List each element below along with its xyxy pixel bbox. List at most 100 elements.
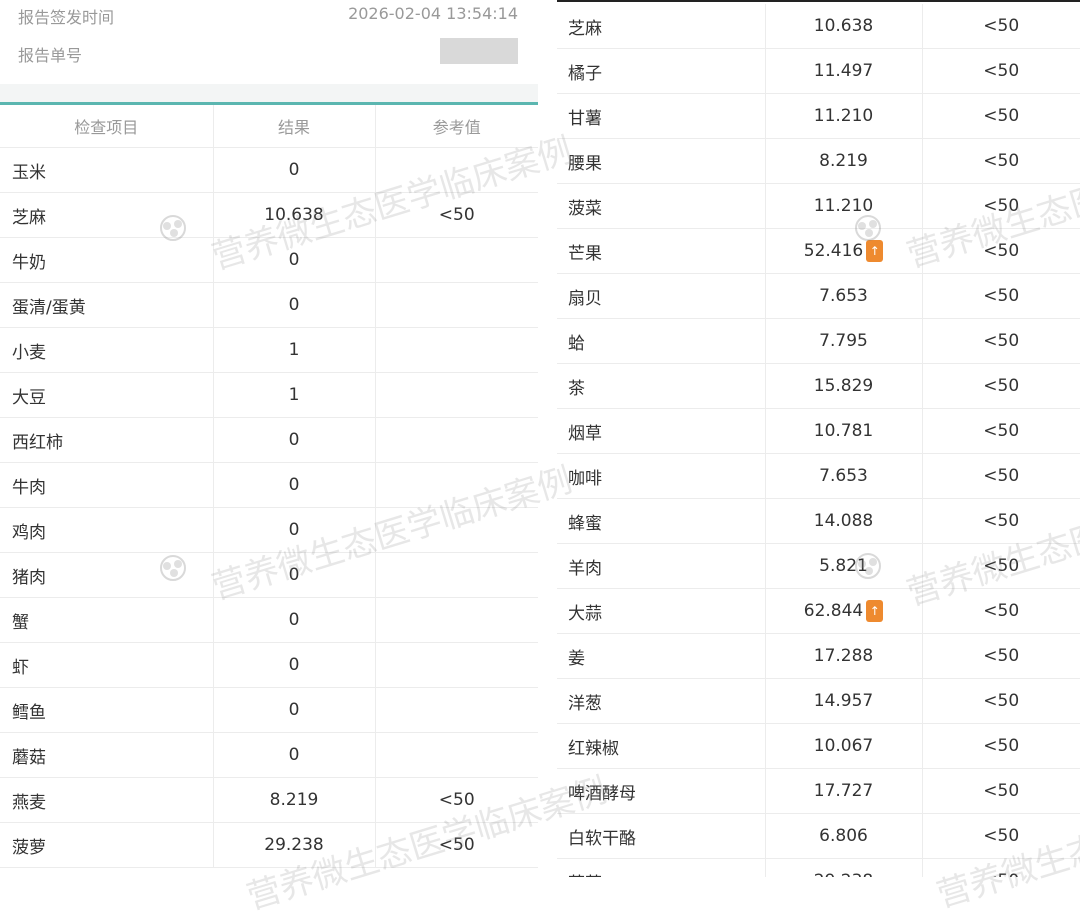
reference-value: <50	[922, 678, 1080, 724]
item-name: 虾	[0, 642, 213, 688]
reference-value: <50	[922, 633, 1080, 679]
result-value: 1	[288, 385, 300, 405]
item-name: 茶	[557, 363, 765, 409]
result-cell: 1	[212, 372, 376, 418]
reference-value: <50	[922, 138, 1080, 184]
table-header-row: 检查项目 结果 参考值	[0, 105, 538, 148]
reference-value: <50	[922, 543, 1080, 589]
result-cell: 17.727	[764, 768, 923, 814]
result-cell: 0	[212, 552, 376, 598]
reference-value	[375, 687, 538, 733]
result-value: 10.638	[813, 16, 874, 36]
result-cell: 52.416 ↑	[764, 228, 923, 274]
reference-value	[375, 507, 538, 553]
table-row: 菠菜 11.210 <50	[557, 183, 1080, 229]
result-value: 0	[288, 610, 300, 630]
result-cell: 0	[212, 507, 376, 553]
item-name: 红辣椒	[557, 723, 765, 769]
item-name: 燕麦	[0, 777, 213, 823]
item-name: 鸡肉	[0, 507, 213, 553]
result-cell: 10.638	[764, 4, 923, 49]
item-name: 啤酒酵母	[557, 768, 765, 814]
right-results-table: 芝麻 10.638 <50 橘子 11.497 <50 甘薯 11.210 <50 腰果 8.219…	[557, 4, 1080, 877]
result-cell: 29.238	[212, 822, 376, 868]
result-value: 0	[288, 565, 300, 585]
result-cell: 10.638	[212, 192, 376, 238]
table-row: 菠萝 29.238 <50	[0, 822, 538, 868]
item-name: 蛤	[557, 318, 765, 364]
result-value: 7.795	[819, 331, 868, 351]
result-value: 0	[288, 430, 300, 450]
report-number-redacted	[440, 38, 518, 64]
table-row: 西红柿 0	[0, 417, 538, 463]
item-name: 蜂蜜	[557, 498, 765, 544]
table-row: 茶 15.829 <50	[557, 363, 1080, 409]
reference-value: <50	[922, 273, 1080, 319]
reference-value: <50	[922, 93, 1080, 139]
reference-value: <50	[922, 228, 1080, 274]
issue-time-label: 报告签发时间	[18, 8, 115, 27]
issue-time-value: 2026-02-04 13:54:14	[348, 4, 518, 23]
reference-value: <50	[375, 822, 538, 868]
table-row: 牛肉 0	[0, 462, 538, 508]
item-name: 鳕鱼	[0, 687, 213, 733]
reference-value: <50	[922, 363, 1080, 409]
item-name: 芝麻	[557, 4, 765, 49]
item-name: 姜	[557, 633, 765, 679]
table-row: 菠萝 29.238 <50	[557, 858, 1080, 877]
result-cell: 10.781	[764, 408, 923, 454]
reference-value: <50	[375, 192, 538, 238]
reference-value: <50	[922, 4, 1080, 49]
table-row: 芒果 52.416 ↑ <50	[557, 228, 1080, 274]
reference-value	[375, 597, 538, 643]
item-name: 蛋清/蛋黄	[0, 282, 213, 328]
result-value: 6.806	[819, 826, 868, 846]
table-row: 芝麻 10.638 <50	[557, 4, 1080, 49]
result-cell: 11.497	[764, 48, 923, 94]
table-row: 蘑菇 0	[0, 732, 538, 778]
section-divider	[0, 84, 538, 105]
result-value: 7.653	[819, 466, 868, 486]
table-row: 洋葱 14.957 <50	[557, 678, 1080, 724]
table-row: 大蒜 62.844 ↑ <50	[557, 588, 1080, 634]
item-name: 玉米	[0, 147, 213, 193]
item-name: 蘑菇	[0, 732, 213, 778]
reference-value	[375, 462, 538, 508]
result-cell: 14.957	[764, 678, 923, 724]
result-value: 14.957	[813, 691, 874, 711]
result-cell: 7.653	[764, 273, 923, 319]
result-cell: 62.844 ↑	[764, 588, 923, 634]
result-value: 0	[288, 295, 300, 315]
item-name: 橘子	[557, 48, 765, 94]
item-name: 羊肉	[557, 543, 765, 589]
table-row: 腰果 8.219 <50	[557, 138, 1080, 184]
item-name: 洋葱	[557, 678, 765, 724]
result-cell: 0	[212, 282, 376, 328]
item-name: 蟹	[0, 597, 213, 643]
item-name: 大豆	[0, 372, 213, 418]
item-name: 菠萝	[557, 858, 765, 877]
reference-value	[375, 642, 538, 688]
result-value: 17.288	[813, 646, 874, 666]
table-row: 小麦 1	[0, 327, 538, 373]
result-value: 14.088	[813, 511, 874, 531]
reference-value: <50	[922, 453, 1080, 499]
result-cell: 0	[212, 417, 376, 463]
reference-value: <50	[922, 768, 1080, 814]
table-row: 啤酒酵母 17.727 <50	[557, 768, 1080, 814]
result-value: 62.844	[803, 601, 864, 621]
reference-value	[375, 282, 538, 328]
result-cell: 6.806	[764, 813, 923, 859]
header-reference: 参考值	[375, 105, 538, 148]
high-flag-up-arrow-icon: ↑	[866, 600, 884, 622]
result-value: 15.829	[813, 376, 874, 396]
result-value: 8.219	[819, 151, 868, 171]
result-value: 7.653	[819, 286, 868, 306]
item-name: 牛奶	[0, 237, 213, 283]
table-row: 蟹0	[0, 597, 538, 643]
table-row: 橘子 11.497 <50	[557, 48, 1080, 94]
result-value: 0	[288, 700, 300, 720]
result-cell: 17.288	[764, 633, 923, 679]
table-row: 大豆 1	[0, 372, 538, 418]
panel-gap	[538, 0, 557, 875]
